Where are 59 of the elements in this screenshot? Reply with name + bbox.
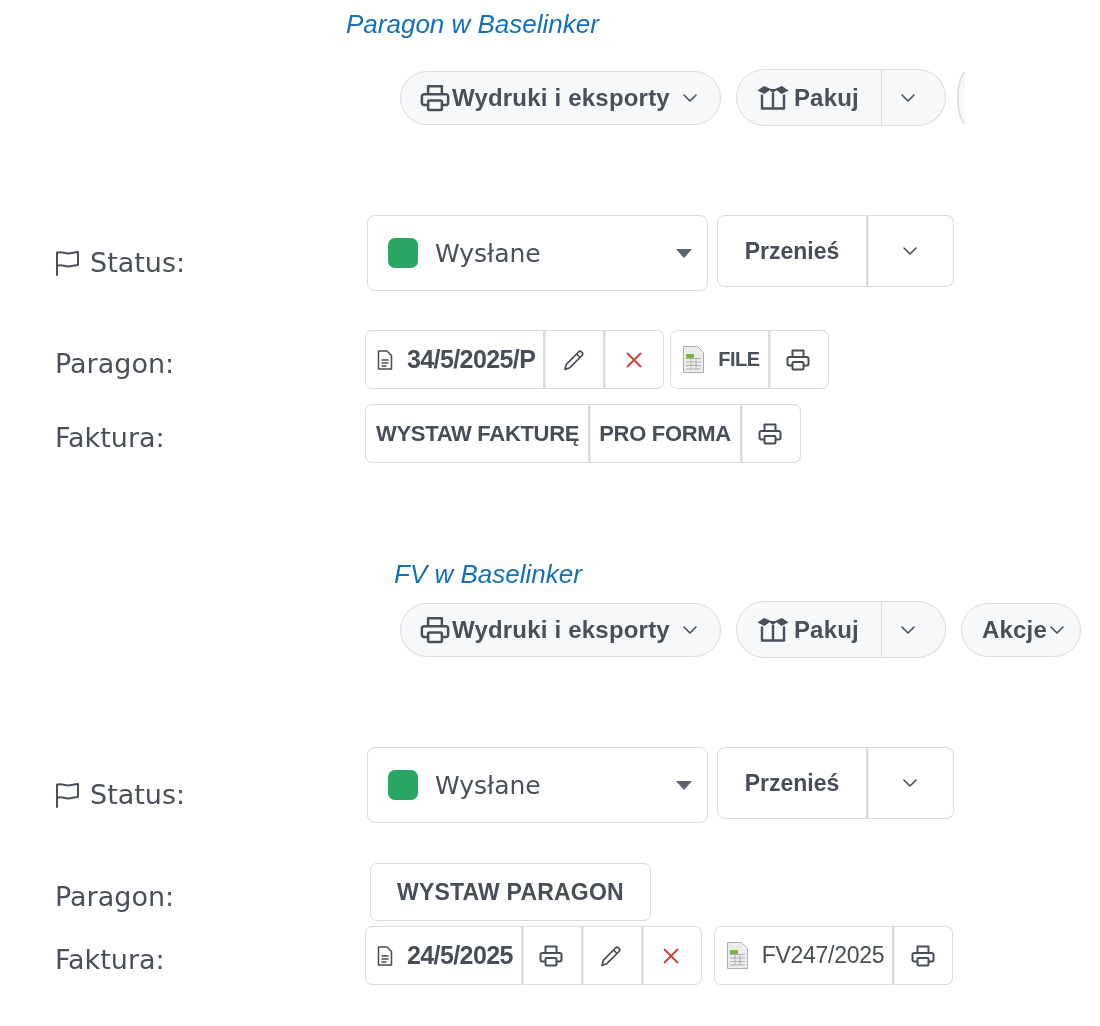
printer-icon [420,83,450,112]
printer-icon [420,615,450,644]
printer-icon [910,944,935,967]
document-button[interactable]: 34/5/2025/P [365,330,545,389]
print-button[interactable] [521,926,582,985]
document-icon [377,945,393,966]
print-button[interactable] [893,926,954,985]
open-box-icon [756,617,789,642]
status-select[interactable]: Wysłane [367,215,708,291]
print-menu-button[interactable]: Wydruki i eksporty [400,602,721,657]
pack-button[interactable]: Pakuj [735,601,882,658]
chevron-down-icon [682,625,697,634]
flag-icon [55,250,80,276]
move-button[interactable]: Przenieś [717,747,867,819]
dropdown-triangle-icon [676,780,692,790]
delete-button[interactable] [641,926,702,985]
pack-button[interactable]: Pakuj [735,69,882,126]
action-button[interactable]: WYSTAW FAKTURĘ [365,404,590,463]
chevron-down-icon [903,247,917,255]
edit-button[interactable] [581,926,642,985]
cross-icon [663,947,680,964]
chevron-down-icon [1049,625,1064,634]
print-button[interactable] [740,404,801,463]
field-label: Faktura: [55,943,165,977]
action-button[interactable]: WYSTAW PARAGON [370,863,651,921]
file-button[interactable]: FILE [670,330,769,389]
print-menu-button[interactable]: Wydruki i eksporty [400,70,721,125]
pencil-icon [562,348,585,371]
field-label: Faktura: [55,421,165,455]
move-button[interactable]: Przenieś [717,215,867,287]
field-label: Status: [90,246,186,280]
document-icon [377,349,393,370]
chevron-down-icon [900,625,915,634]
flag-icon [55,782,80,808]
chevron-down-icon [900,93,915,102]
document-button[interactable]: 24/5/2025 [365,926,522,985]
section-title: FV w Baselinker [394,559,582,589]
field-label: Paragon: [55,880,175,914]
field-label: Status: [90,778,186,812]
field-label: Paragon: [55,347,175,381]
printer-icon [786,348,811,371]
dropdown-triangle-icon [676,248,692,258]
pencil-icon [600,944,623,967]
chevron-down-icon [682,93,697,102]
open-box-icon [756,85,789,110]
cross-icon [625,351,642,368]
edit-button[interactable] [544,330,605,389]
print-button[interactable] [768,330,829,389]
chevron-down-icon [903,779,917,787]
file-button[interactable]: FV247/2025 [713,926,894,985]
menu-button[interactable]: Akcje [960,602,1081,657]
spreadsheet-icon [683,346,705,373]
spreadsheet-icon [726,942,748,969]
action-button[interactable]: PRO FORMA [589,404,741,463]
printer-icon [539,944,564,967]
status-select[interactable]: Wysłane [367,747,708,823]
section-title: Paragon w Baselinker [346,8,599,39]
printer-icon [758,422,783,445]
delete-button[interactable] [604,330,665,389]
